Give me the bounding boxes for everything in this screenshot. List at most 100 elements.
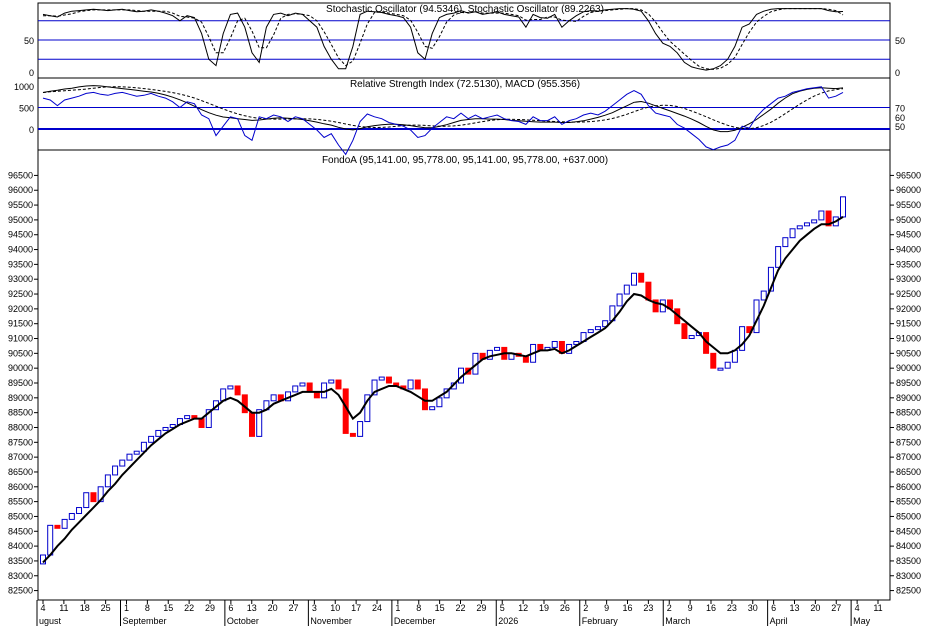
price-right-tick-label: 96000 xyxy=(896,185,921,195)
price-left-tick-label: 82500 xyxy=(8,586,33,596)
price-right-tick-label: 84000 xyxy=(896,541,921,551)
x-day-label: 30 xyxy=(748,603,758,613)
price-left-tick-label: 91500 xyxy=(8,319,33,329)
x-day-label: 1 xyxy=(124,603,129,613)
candle-down xyxy=(710,352,717,369)
candle-up xyxy=(789,228,796,239)
candle-up xyxy=(630,272,637,286)
candle-up xyxy=(782,237,789,248)
x-day-label: 6 xyxy=(228,603,233,613)
price-left-tick-label: 83000 xyxy=(8,571,33,581)
x-day-label: 20 xyxy=(810,603,820,613)
x-month-label: March xyxy=(665,616,690,626)
price-right-tick-label: 85500 xyxy=(896,497,921,507)
x-month-label: April xyxy=(770,616,788,626)
stochastic-panel: 50 0 50 0 xyxy=(24,8,905,78)
candle-up xyxy=(83,492,90,509)
x-day-label: 4 xyxy=(855,603,860,613)
price-left-tick-label: 95500 xyxy=(8,200,33,210)
x-day-label: 16 xyxy=(622,603,632,613)
x-day-label: 9 xyxy=(688,603,693,613)
candle-up xyxy=(227,385,234,390)
price-left-tick-label: 83500 xyxy=(8,556,33,566)
rsi-macd-title: Relative Strength Index (72.5130), MACD … xyxy=(350,79,580,90)
candle-down xyxy=(638,272,645,283)
x-day-label: 15 xyxy=(163,603,173,613)
candle-up xyxy=(429,406,436,411)
x-day-label: 11 xyxy=(59,603,68,613)
x-day-label: 10 xyxy=(330,603,340,613)
candle-up xyxy=(724,361,731,369)
price-right-tick-label: 84500 xyxy=(896,526,921,536)
price-right-tick-label: 91500 xyxy=(896,319,921,329)
candle-up xyxy=(775,246,782,268)
x-month-label: October xyxy=(227,616,259,626)
candle-up xyxy=(587,329,594,334)
stoch-right-tick-label: 0 xyxy=(895,68,900,78)
stoch-left-tick-label: 0 xyxy=(29,68,34,78)
price-right-tick-label: 93500 xyxy=(896,259,921,269)
candle-up xyxy=(68,512,75,520)
price-left-tick-label: 88000 xyxy=(8,422,33,432)
candle-up xyxy=(803,222,810,227)
price-right-tick-label: 85000 xyxy=(896,511,921,521)
price-left-tick-label: 94000 xyxy=(8,245,33,255)
candle-down xyxy=(414,379,421,390)
x-day-label: 4 xyxy=(40,603,45,613)
x-day-label: 2 xyxy=(667,603,672,613)
price-left-tick-label: 96000 xyxy=(8,185,33,195)
x-day-label: 11 xyxy=(873,603,882,613)
price-right-tick-label: 89000 xyxy=(896,393,921,403)
price-right-tick-label: 95000 xyxy=(896,215,921,225)
x-month-label: February xyxy=(582,616,619,626)
x-day-label: 22 xyxy=(184,603,194,613)
price-left-tick-label: 90500 xyxy=(8,348,33,358)
x-day-label: 2 xyxy=(583,603,588,613)
price-left-tick-label: 84500 xyxy=(8,526,33,536)
rsi-macd-panel: 10005000706050 xyxy=(14,82,905,156)
x-month-label: May xyxy=(853,616,871,626)
macd-left-tick-label: 1000 xyxy=(14,82,34,92)
x-day-label: 6 xyxy=(771,603,776,613)
x-day-label: 12 xyxy=(518,603,528,613)
x-day-label: 16 xyxy=(706,603,716,613)
macd-line xyxy=(42,85,844,133)
x-day-label: 26 xyxy=(560,603,570,613)
candle-up xyxy=(104,474,111,488)
stoch-d-line xyxy=(43,8,844,70)
candle-up xyxy=(328,379,335,384)
candle-down xyxy=(645,281,652,301)
candle-up xyxy=(811,219,818,224)
candle-up xyxy=(119,459,126,467)
x-day-label: 8 xyxy=(145,603,150,613)
macd-left-tick-label: 500 xyxy=(19,104,34,114)
x-day-label: 9 xyxy=(604,603,609,613)
stochastic-title: Stochastic Oscillator (94.5346), Stochas… xyxy=(326,4,604,15)
x-month-label: November xyxy=(310,616,352,626)
candle-up xyxy=(407,379,414,390)
panel-frames xyxy=(37,2,891,601)
price-left-tick-label: 92500 xyxy=(8,289,33,299)
price-right-tick-label: 96500 xyxy=(896,170,921,180)
candle-up xyxy=(148,435,155,443)
price-right-tick-label: 95500 xyxy=(896,200,921,210)
rsi-line xyxy=(42,86,844,156)
stoch-right-tick-label: 50 xyxy=(895,36,905,46)
x-day-label: 27 xyxy=(288,603,298,613)
price-left-tick-label: 86500 xyxy=(8,467,33,477)
candle-up xyxy=(717,367,724,371)
price-right-tick-label: 89500 xyxy=(896,378,921,388)
x-day-label: 1 xyxy=(395,603,400,613)
x-day-label: 23 xyxy=(643,603,653,613)
candle-up xyxy=(155,429,162,437)
candle-up xyxy=(126,453,133,461)
x-month-label: 2026 xyxy=(498,616,518,626)
candle-up xyxy=(61,518,68,529)
candle-down xyxy=(385,376,392,384)
candle-up xyxy=(162,426,169,431)
price-right-tick-label: 87000 xyxy=(896,452,921,462)
price-right-tick-label: 88500 xyxy=(896,408,921,418)
price-right-tick-label: 86000 xyxy=(896,482,921,492)
price-right-tick-label: 91000 xyxy=(896,334,921,344)
price-left-tick-label: 96500 xyxy=(8,170,33,180)
